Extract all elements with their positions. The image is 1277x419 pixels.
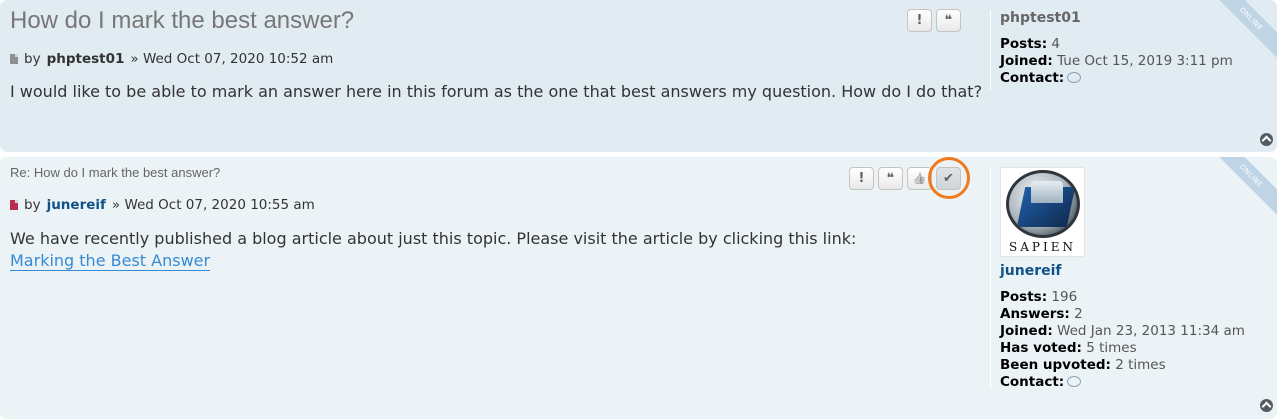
post-timestamp: » Wed Oct 07, 2020 10:52 am bbox=[130, 51, 334, 67]
contact-chat-icon[interactable] bbox=[1067, 72, 1082, 83]
contact-label: Contact: bbox=[1000, 70, 1065, 86]
posts-label: Posts: bbox=[1000, 289, 1048, 305]
author-profile: SAPIEN junereif Posts: 196 Answers: 2 Jo… bbox=[990, 167, 1245, 390]
blog-article-link[interactable]: Marking the Best Answer bbox=[10, 251, 211, 271]
post-document-icon[interactable] bbox=[10, 54, 18, 64]
back-to-top-icon[interactable] bbox=[1260, 399, 1273, 412]
quote-button[interactable]: ❝ bbox=[878, 167, 903, 190]
joined-label: Joined: bbox=[1000, 53, 1053, 69]
avatar-logo-text: SAPIEN bbox=[1009, 240, 1076, 254]
been-upvoted-count: 2 times bbox=[1115, 357, 1166, 373]
post-title[interactable]: Re: How do I mark the best answer? bbox=[10, 165, 220, 180]
posts-count[interactable]: 196 bbox=[1051, 289, 1077, 305]
profile-username[interactable]: junereif bbox=[1000, 263, 1245, 280]
sapien-logo-icon bbox=[1005, 170, 1080, 238]
contact-chat-icon[interactable] bbox=[1067, 376, 1082, 387]
author-link[interactable]: junereif bbox=[47, 197, 106, 213]
post-actions: ! ❝ bbox=[907, 9, 961, 32]
contact-label: Contact: bbox=[1000, 374, 1065, 390]
author-link[interactable]: phptest01 bbox=[47, 51, 125, 67]
posts-count[interactable]: 4 bbox=[1051, 36, 1060, 52]
post-body: We have recently published a blog articl… bbox=[10, 228, 856, 272]
has-voted-count: 5 times bbox=[1086, 340, 1137, 356]
author-profile: phptest01 Posts: 4 Joined: Tue Oct 15, 2… bbox=[990, 10, 1233, 90]
joined-date: Wed Jan 23, 2013 11:34 am bbox=[1057, 323, 1245, 339]
joined-label: Joined: bbox=[1000, 323, 1053, 339]
avatar[interactable]: SAPIEN bbox=[1000, 167, 1085, 257]
post-meta: by phptest01 » Wed Oct 07, 2020 10:52 am bbox=[10, 51, 333, 67]
back-to-top-icon[interactable] bbox=[1260, 133, 1273, 146]
post-body: I would like to be able to mark an answe… bbox=[10, 82, 983, 101]
report-button[interactable]: ! bbox=[907, 9, 932, 32]
been-upvoted-label: Been upvoted: bbox=[1000, 357, 1111, 373]
post-title[interactable]: How do I mark the best answer? bbox=[10, 7, 354, 35]
profile-username[interactable]: phptest01 bbox=[1000, 10, 1233, 27]
post-reply: Online Re: How do I mark the best answer… bbox=[0, 157, 1277, 419]
post-timestamp: » Wed Oct 07, 2020 10:55 am bbox=[111, 197, 315, 213]
by-label: by bbox=[24, 51, 41, 67]
like-button[interactable]: 👍 bbox=[907, 167, 932, 190]
by-label: by bbox=[24, 197, 41, 213]
post-body-text: We have recently published a blog articl… bbox=[10, 229, 857, 248]
post-meta: by junereif » Wed Oct 07, 2020 10:55 am bbox=[10, 197, 315, 213]
answers-label: Answers: bbox=[1000, 306, 1070, 322]
answers-count: 2 bbox=[1074, 306, 1083, 322]
joined-date: Tue Oct 15, 2019 3:11 pm bbox=[1057, 53, 1233, 69]
quote-button[interactable]: ❝ bbox=[936, 9, 961, 32]
post-actions: ! ❝ 👍 ✔ bbox=[849, 167, 961, 190]
post-question: Online How do I mark the best answer? ! … bbox=[0, 0, 1277, 152]
post-document-icon[interactable] bbox=[10, 200, 18, 210]
has-voted-label: Has voted: bbox=[1000, 340, 1082, 356]
posts-label: Posts: bbox=[1000, 36, 1048, 52]
accept-answer-button[interactable]: ✔ bbox=[936, 167, 961, 190]
report-button[interactable]: ! bbox=[849, 167, 874, 190]
